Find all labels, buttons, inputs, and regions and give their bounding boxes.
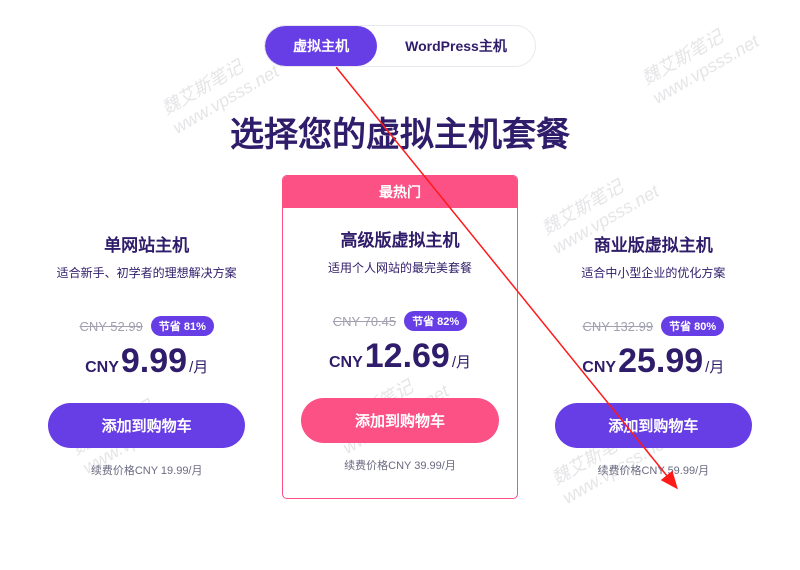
- price-period: /月: [189, 356, 208, 377]
- renewal-price: 续费价格CNY 59.99/月: [555, 462, 752, 478]
- price-currency: CNY: [329, 354, 363, 372]
- renewal-price: 续费价格CNY 39.99/月: [301, 457, 498, 473]
- old-price: CNY 70.45: [333, 314, 396, 329]
- plan-subtitle: 适合中小型企业的优化方案: [555, 264, 752, 281]
- tab-wordpress-hosting[interactable]: WordPress主机: [377, 26, 535, 66]
- old-price: CNY 132.99: [582, 319, 653, 334]
- plan-card-business: 商业版虚拟主机 适合中小型企业的优化方案 CNY 132.99 节省 80% C…: [537, 206, 770, 498]
- plan-card-single: 单网站主机 适合新手、初学者的理想解决方案 CNY 52.99 节省 81% C…: [30, 206, 263, 498]
- price-main: CNY 25.99 /月: [555, 342, 752, 381]
- old-price: CNY 52.99: [79, 319, 142, 334]
- add-to-cart-button[interactable]: 添加到购物车: [48, 403, 245, 448]
- plan-subtitle: 适合新手、初学者的理想解决方案: [48, 264, 245, 281]
- price-main: CNY 9.99 /月: [48, 342, 245, 381]
- tab-virtual-hosting[interactable]: 虚拟主机: [265, 26, 377, 66]
- price-value: 25.99: [618, 342, 703, 381]
- renewal-price: 续费价格CNY 19.99/月: [48, 462, 245, 478]
- plan-title: 高级版虚拟主机: [301, 226, 498, 251]
- save-badge: 节省 80%: [661, 316, 724, 336]
- price-row: CNY 52.99 节省 81%: [48, 316, 245, 336]
- page-title: 选择您的虚拟主机套餐: [0, 107, 800, 156]
- price-main: CNY 12.69 /月: [301, 337, 498, 376]
- price-currency: CNY: [85, 359, 119, 377]
- price-value: 9.99: [121, 342, 187, 381]
- tab-container: 虚拟主机 WordPress主机: [264, 25, 536, 67]
- price-row: CNY 70.45 节省 82%: [301, 311, 498, 331]
- add-to-cart-button[interactable]: 添加到购物车: [555, 403, 752, 448]
- price-value: 12.69: [365, 337, 450, 376]
- plan-title: 商业版虚拟主机: [555, 231, 752, 256]
- plan-card-premium: 最热门 高级版虚拟主机 适用个人网站的最完美套餐 CNY 70.45 节省 82…: [283, 176, 516, 498]
- price-row: CNY 132.99 节省 80%: [555, 316, 752, 336]
- price-period: /月: [452, 351, 471, 372]
- plan-title: 单网站主机: [48, 231, 245, 256]
- price-currency: CNY: [582, 359, 616, 377]
- save-badge: 节省 81%: [151, 316, 214, 336]
- add-to-cart-button[interactable]: 添加到购物车: [301, 398, 498, 443]
- price-period: /月: [705, 356, 724, 377]
- save-badge: 节省 82%: [404, 311, 467, 331]
- plan-subtitle: 适用个人网站的最完美套餐: [301, 259, 498, 276]
- tab-switcher: 虚拟主机 WordPress主机: [0, 25, 800, 67]
- featured-badge: 最热门: [283, 176, 516, 208]
- plan-list: 单网站主机 适合新手、初学者的理想解决方案 CNY 52.99 节省 81% C…: [0, 206, 800, 498]
